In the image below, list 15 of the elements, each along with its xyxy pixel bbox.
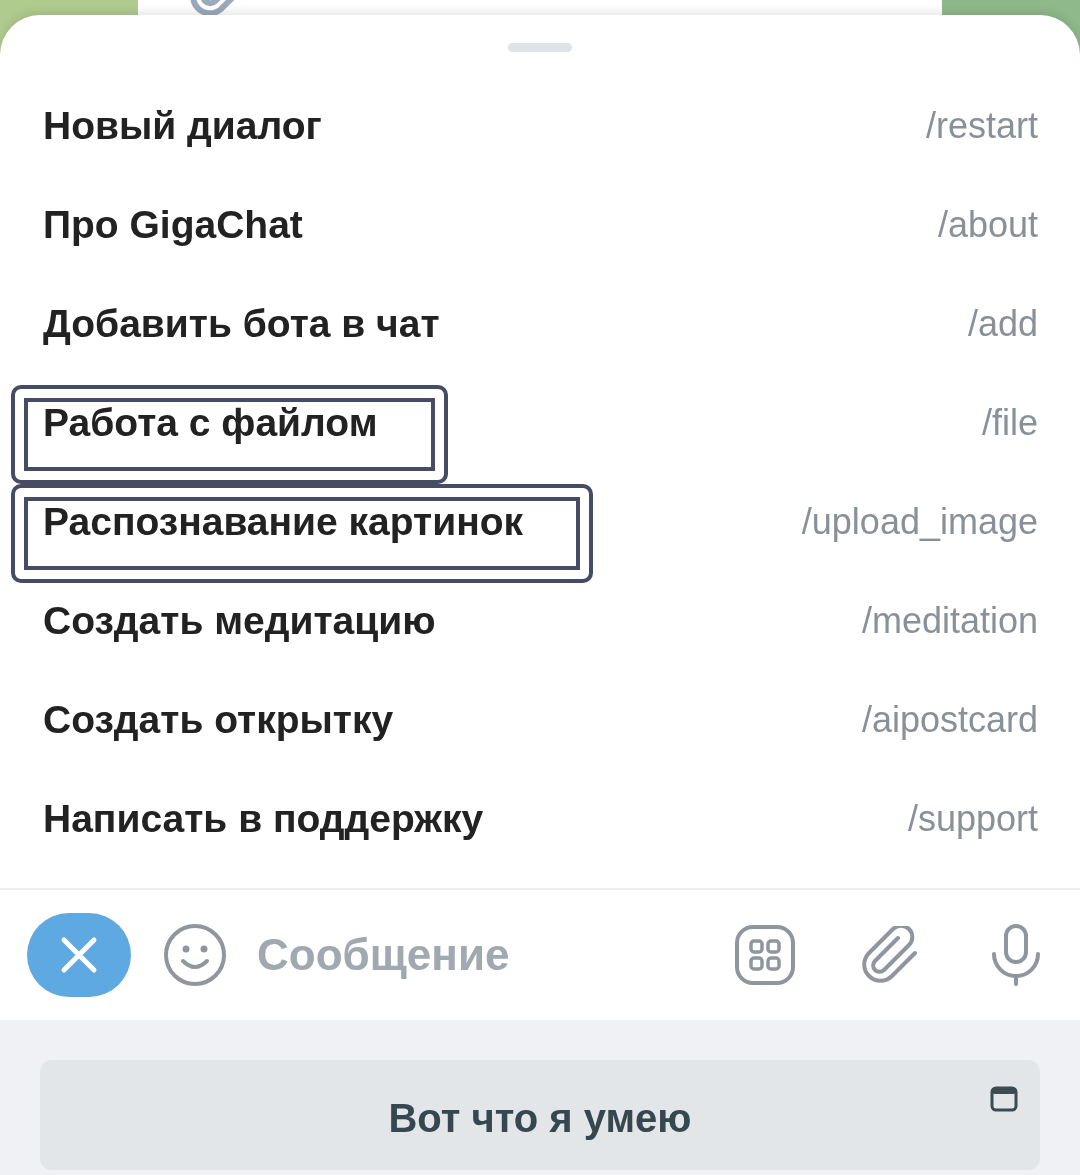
paperclip-icon[interactable] (862, 926, 920, 984)
drag-handle[interactable] (508, 43, 572, 52)
keyboard-button[interactable]: Вот что я умею (40, 1060, 1040, 1170)
command-title[interactable]: Создать медитацию (43, 597, 436, 644)
command-title[interactable]: Добавить бота в чат (43, 300, 440, 347)
command-title[interactable]: Создать открытку (43, 696, 394, 743)
message-input[interactable]: Сообщение (257, 922, 697, 988)
emoji-icon[interactable] (163, 923, 227, 987)
command-title[interactable]: Новый диалог (43, 102, 322, 149)
command-title[interactable]: Написать в поддержку (43, 795, 484, 842)
window-icon (990, 1086, 1018, 1112)
command-title[interactable]: Про GigaChat (43, 201, 303, 248)
microphone-icon[interactable] (990, 924, 1042, 986)
close-icon (59, 935, 99, 975)
grid-icon[interactable] (735, 925, 795, 985)
